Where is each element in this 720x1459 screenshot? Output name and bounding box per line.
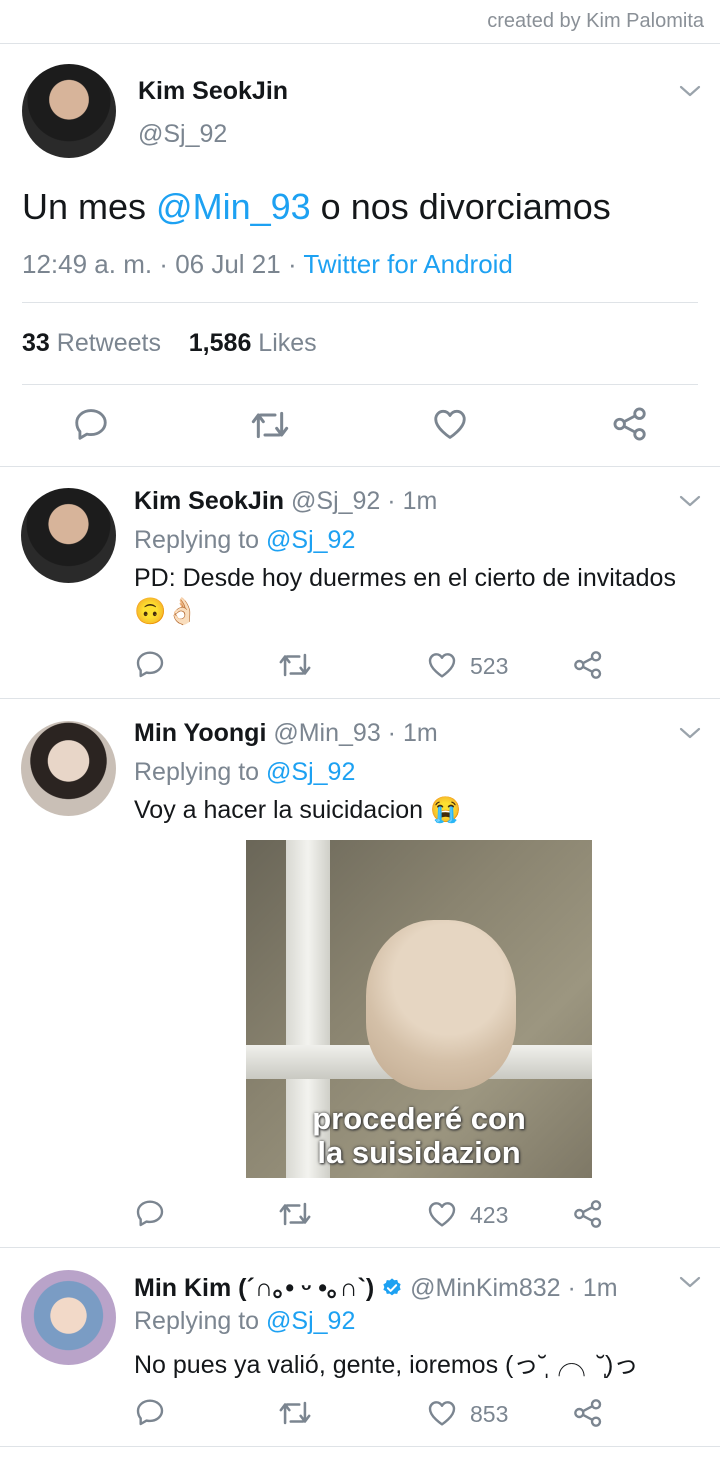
avatar[interactable] — [21, 488, 116, 583]
chevron-down-icon[interactable] — [679, 1275, 701, 1289]
divider — [0, 698, 720, 699]
tweet-date: 06 Jul 21 — [175, 249, 281, 279]
like-count: 423 — [470, 1202, 509, 1228]
reply-header: Min Kim (´∩｡• ᵕ •｡∩`) @MinKim832 · 1m — [134, 1274, 618, 1302]
chevron-down-icon[interactable] — [679, 726, 701, 740]
tweet-time: 1m — [402, 719, 438, 747]
tweet-emojis: 🙃👌🏻 — [134, 596, 199, 626]
like-icon[interactable] — [426, 649, 458, 681]
retweet-icon[interactable] — [250, 405, 290, 445]
replying-to: Replying to @Sj_92 — [134, 1307, 356, 1335]
avatar[interactable] — [21, 1270, 116, 1365]
retweet-icon[interactable] — [278, 1396, 312, 1430]
author-handle[interactable]: @Sj_92 — [138, 120, 227, 149]
retweet-icon[interactable] — [278, 648, 312, 682]
tweet-text: No pues ya valió, gente, ioremos (っ˘̩╭╮˘… — [134, 1351, 639, 1379]
like-count: 853 — [470, 1401, 509, 1427]
divider — [0, 1446, 720, 1447]
replying-to-link[interactable]: @Sj_92 — [266, 526, 355, 554]
author-handle[interactable]: @Sj_92 — [291, 487, 380, 515]
reply-header: Min Yoongi @Min_93 · 1m — [134, 719, 438, 747]
retweet-icon[interactable] — [278, 1197, 312, 1231]
credit-watermark: created by Kim Palomita — [487, 10, 704, 32]
share-icon[interactable] — [572, 1397, 604, 1429]
like-icon[interactable] — [426, 1198, 458, 1230]
divider — [22, 302, 698, 303]
tweet-image[interactable]: procederé con la suisidazion — [246, 840, 592, 1178]
tweet-meta: 12:49 a. m. · 06 Jul 21 · Twitter for An… — [22, 249, 513, 279]
tweet-text: Voy a hacer la suicidacion 😭 — [134, 796, 462, 824]
reply-icon[interactable] — [134, 1396, 166, 1428]
chevron-down-icon[interactable] — [679, 84, 701, 98]
divider — [0, 466, 720, 467]
author-name[interactable]: Min Kim (´∩｡• ᵕ •｡∩`) — [134, 1274, 374, 1302]
replying-to-link[interactable]: @Sj_92 — [266, 1307, 355, 1335]
share-icon[interactable] — [572, 649, 604, 681]
tweet-text: PD: Desde hoy duermes en el cierto de in… — [134, 564, 676, 592]
tweet-text: Un mes @Min_93 o nos divorciamos — [22, 186, 611, 227]
divider — [0, 43, 720, 44]
likes-stat[interactable]: 1,586 Likes — [189, 329, 317, 357]
author-name[interactable]: Kim SeokJin — [134, 487, 284, 515]
tweet-time: 1m — [402, 487, 438, 515]
reply-icon[interactable] — [72, 405, 110, 443]
image-caption: procederé con la suisidazion — [312, 1101, 526, 1170]
replying-to-link[interactable]: @Sj_92 — [266, 758, 355, 786]
mention-link[interactable]: @Min_93 — [156, 186, 311, 227]
tweet-client-link[interactable]: Twitter for Android — [303, 249, 513, 279]
chevron-down-icon[interactable] — [679, 494, 701, 508]
divider — [22, 384, 698, 385]
author-handle[interactable]: @Min_93 — [273, 719, 380, 747]
reply-icon[interactable] — [134, 648, 166, 680]
avatar[interactable] — [21, 721, 116, 816]
author-handle[interactable]: @MinKim832 — [410, 1274, 560, 1302]
tweet-stats: 33 Retweets 1,586 Likes — [22, 329, 317, 358]
author-name[interactable]: Kim SeokJin — [138, 77, 288, 106]
replying-to: Replying to @Sj_92 — [134, 526, 356, 554]
reply-icon[interactable] — [134, 1197, 166, 1229]
divider — [0, 1247, 720, 1248]
like-count: 523 — [470, 653, 509, 679]
retweets-stat[interactable]: 33 Retweets — [22, 329, 161, 357]
share-icon[interactable] — [572, 1198, 604, 1230]
author-name[interactable]: Min Yoongi — [134, 719, 266, 747]
reply-header: Kim SeokJin @Sj_92 · 1m — [134, 487, 438, 515]
replying-to: Replying to @Sj_92 — [134, 758, 356, 786]
share-icon[interactable] — [611, 405, 649, 443]
tweet-time: 1m — [582, 1274, 618, 1302]
like-icon[interactable] — [426, 1397, 458, 1429]
tweet-time: 12:49 a. m. — [22, 249, 153, 279]
verified-icon — [383, 1278, 401, 1296]
like-icon[interactable] — [431, 405, 469, 443]
image-cat — [366, 920, 516, 1090]
avatar[interactable] — [22, 64, 116, 158]
